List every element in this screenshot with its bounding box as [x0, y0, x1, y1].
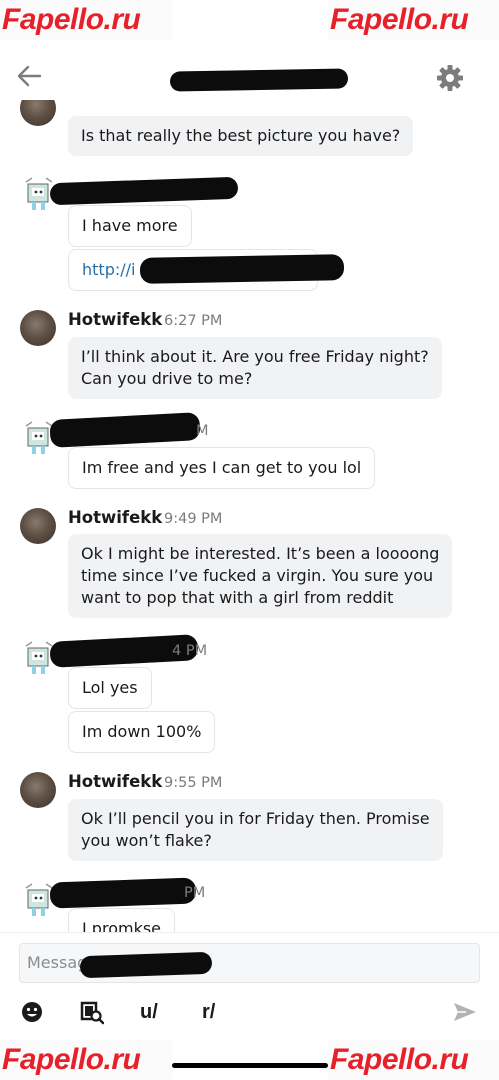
subreddit-mention-button[interactable]: r/ [202, 999, 215, 1025]
message-bubble: I’ll think about it. Are you free Friday… [68, 337, 442, 399]
message-author[interactable]: Hotwifekk [68, 508, 162, 527]
redacted-link [139, 254, 345, 284]
avatar[interactable] [20, 508, 56, 544]
avatar[interactable] [20, 100, 56, 126]
gif-search-icon[interactable] [80, 999, 104, 1025]
message-timestamp: PM [184, 885, 206, 901]
send-icon[interactable] [452, 999, 478, 1025]
watermark: Fapello.ru [328, 0, 499, 40]
message-line: Ok I’ll pencil you in for Friday then. P… [81, 809, 430, 828]
user-mention-button[interactable]: u/ [140, 999, 158, 1025]
redacted-username [49, 877, 197, 909]
message-line: Can you drive to me? [81, 369, 253, 388]
message-line: time since I’ve fucked a virgin. You sur… [81, 566, 434, 585]
watermark: Fapello.ru [0, 1040, 172, 1080]
message-bubble: I have more [68, 205, 192, 247]
watermark: Fapello.ru [0, 0, 172, 40]
message-author[interactable]: Hotwifekk [68, 772, 162, 791]
message-timestamp: 9:49 PM [164, 511, 223, 527]
watermark: Fapello.ru [328, 1040, 499, 1080]
chat-screen: Fapello.ru Fapello.ru Is that really the… [0, 0, 499, 1080]
message-list[interactable]: Is that really the best picture you have… [0, 100, 499, 932]
message-line: Ok I might be interested. It’s been a lo… [81, 544, 440, 563]
gear-icon[interactable] [436, 64, 464, 92]
message-bubble: Is that really the best picture you have… [68, 116, 414, 156]
message-composer: Message u/ r/ [0, 932, 499, 1040]
emoji-icon[interactable] [20, 999, 44, 1025]
redacted-input-text [79, 951, 213, 979]
message-line: you won’t flake? [81, 831, 212, 850]
redacted-username [169, 68, 349, 92]
home-indicator [172, 1063, 328, 1068]
message-timestamp: 6:27 PM [164, 313, 223, 329]
avatar[interactable] [20, 310, 56, 346]
message-bubble: Im down 100% [68, 711, 216, 753]
message-line: I’ll think about it. Are you free Friday… [81, 347, 429, 366]
message-bubble: Im free and yes I can get to you lol [68, 447, 376, 489]
redacted-username [49, 412, 201, 448]
chat-header [0, 40, 499, 108]
message-author[interactable]: Hotwifekk [68, 310, 162, 329]
message-timestamp: 4 PM [172, 643, 208, 659]
message-bubble: I promkse [68, 908, 176, 932]
message-bubble: Lol yes [68, 667, 152, 709]
message-timestamp: M [196, 423, 209, 439]
arrow-left-icon[interactable] [16, 64, 42, 88]
message-timestamp: 9:55 PM [164, 775, 223, 791]
avatar[interactable] [20, 772, 56, 808]
message-bubble: Ok I’ll pencil you in for Friday then. P… [68, 799, 443, 861]
message-bubble: Ok I might be interested. It’s been a lo… [68, 534, 453, 618]
message-line: want to pop that with a girl from reddit [81, 588, 394, 607]
redacted-username [49, 176, 239, 206]
